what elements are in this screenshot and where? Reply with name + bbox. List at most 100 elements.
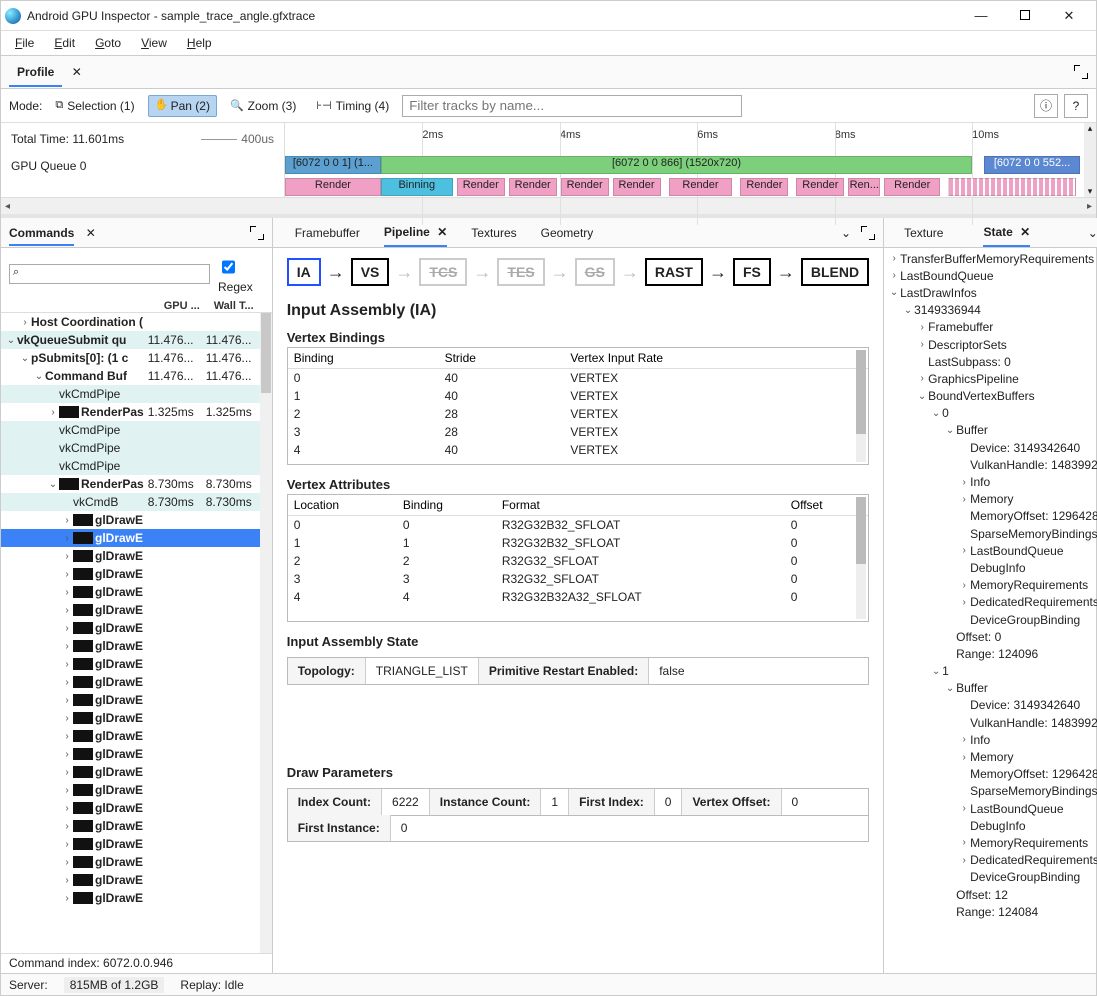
- commands-list[interactable]: ›Host Coordination (⌄vkQueueSubmit qu11.…: [1, 313, 260, 953]
- tree-node[interactable]: ⌄3149336944: [884, 302, 1097, 319]
- stage-fs[interactable]: FS: [733, 258, 771, 286]
- tree-node[interactable]: ›DedicatedRequirements: [884, 852, 1097, 869]
- tree-node[interactable]: ⌄Buffer: [884, 422, 1097, 439]
- command-row[interactable]: ›glDrawE: [1, 871, 260, 889]
- command-row[interactable]: ›glDrawE: [1, 547, 260, 565]
- commands-maximize-icon[interactable]: [250, 226, 264, 240]
- tab-textures[interactable]: Textures: [471, 220, 516, 246]
- tree-node[interactable]: ⌄BoundVertexBuffers: [884, 388, 1097, 405]
- tree-node[interactable]: Device: 3149342640: [884, 439, 1097, 456]
- tree-node[interactable]: ›LastBoundQueue: [884, 800, 1097, 817]
- command-row[interactable]: ⌄RenderPas8.730ms8.730ms: [1, 475, 260, 493]
- tree-node[interactable]: ›Memory: [884, 491, 1097, 508]
- timeline-ruler[interactable]: 2ms4ms6ms8ms10ms: [285, 123, 1084, 155]
- chevron-down-icon[interactable]: ⌄: [841, 226, 851, 240]
- tree-node[interactable]: ›Info: [884, 731, 1097, 748]
- table-row[interactable]: 440VERTEX: [288, 441, 868, 459]
- filter-tracks-input[interactable]: [402, 95, 742, 117]
- command-row[interactable]: ›RenderPas1.325ms1.325ms: [1, 403, 260, 421]
- command-row[interactable]: vkCmdPipe: [1, 439, 260, 457]
- menu-view[interactable]: View: [133, 34, 175, 52]
- tree-node[interactable]: ›GraphicsPipeline: [884, 370, 1097, 387]
- command-row[interactable]: ⌄Command Buf11.476...11.476...: [1, 367, 260, 385]
- tab-pipeline[interactable]: Pipeline ✕: [384, 219, 447, 247]
- timeline-segment[interactable]: [6072 0 0 1] (1...: [285, 156, 381, 174]
- mode-selection[interactable]: ⧉Selection (1): [48, 95, 141, 117]
- tab-texture[interactable]: Texture: [904, 220, 943, 246]
- tree-node[interactable]: ›DedicatedRequirements: [884, 594, 1097, 611]
- table-row[interactable]: 22R32G32_SFLOAT0: [288, 552, 868, 570]
- tree-node[interactable]: ›DescriptorSets: [884, 336, 1097, 353]
- command-row[interactable]: ›glDrawE: [1, 511, 260, 529]
- command-row[interactable]: ›Host Coordination (: [1, 313, 260, 331]
- tab-framebuffer[interactable]: Framebuffer: [295, 220, 360, 246]
- timeline-segment[interactable]: Render: [285, 178, 381, 196]
- tree-node[interactable]: ›Info: [884, 473, 1097, 490]
- timeline-segment[interactable]: Render: [613, 178, 661, 196]
- command-row[interactable]: ⌄vkQueueSubmit qu11.476...11.476...: [1, 331, 260, 349]
- tree-node[interactable]: SparseMemoryBindings: [884, 783, 1097, 800]
- close-button[interactable]: ✕: [1056, 8, 1082, 24]
- tree-node[interactable]: LastSubpass: 0: [884, 353, 1097, 370]
- stage-blend[interactable]: BLEND: [801, 258, 869, 286]
- tree-node[interactable]: Device: 3149342640: [884, 697, 1097, 714]
- timeline-segment[interactable]: Binning: [381, 178, 453, 196]
- maximize-button[interactable]: [1012, 8, 1038, 24]
- table-row[interactable]: 11R32G32B32_SFLOAT0: [288, 534, 868, 552]
- tab-state[interactable]: State ✕: [983, 219, 1030, 247]
- command-row[interactable]: ›glDrawE: [1, 727, 260, 745]
- tree-node[interactable]: ›Framebuffer: [884, 319, 1097, 336]
- timeline-segment[interactable]: Render: [884, 178, 940, 196]
- tree-node[interactable]: ⌄0: [884, 405, 1097, 422]
- tree-node[interactable]: SparseMemoryBindings: [884, 525, 1097, 542]
- commands-close-icon[interactable]: ✕: [86, 226, 96, 240]
- command-row[interactable]: vkCmdB8.730ms8.730ms: [1, 493, 260, 511]
- table-row[interactable]: 44R32G32B32A32_SFLOAT0: [288, 588, 868, 606]
- table-row[interactable]: 040VERTEX: [288, 369, 868, 388]
- command-row[interactable]: ›glDrawE: [1, 529, 260, 547]
- tree-node[interactable]: ›TransferBufferMemoryRequirements: [884, 250, 1097, 267]
- tab-geometry[interactable]: Geometry: [541, 220, 594, 246]
- tree-node[interactable]: DeviceGroupBinding: [884, 611, 1097, 628]
- tree-node[interactable]: ›LastBoundQueue: [884, 267, 1097, 284]
- tree-node[interactable]: MemoryOffset: 12964288: [884, 508, 1097, 525]
- mode-pan[interactable]: Pan (2): [148, 95, 217, 117]
- menu-goto[interactable]: Goto: [87, 34, 129, 52]
- command-row[interactable]: ›glDrawE: [1, 763, 260, 781]
- table-row[interactable]: 33R32G32_SFLOAT0: [288, 570, 868, 588]
- command-row[interactable]: ›glDrawE: [1, 619, 260, 637]
- vb-scrollbar[interactable]: [856, 350, 866, 462]
- command-row[interactable]: vkCmdPipe: [1, 421, 260, 439]
- va-scrollbar[interactable]: [856, 497, 866, 619]
- menu-file[interactable]: File: [7, 34, 42, 52]
- maximize-panel-icon[interactable]: [1074, 65, 1088, 79]
- command-row[interactable]: ›glDrawE: [1, 817, 260, 835]
- command-row[interactable]: ›glDrawE: [1, 673, 260, 691]
- command-row[interactable]: ›glDrawE: [1, 889, 260, 907]
- regex-checkbox[interactable]: Regex: [218, 254, 264, 294]
- tree-node[interactable]: ›LastBoundQueue: [884, 542, 1097, 559]
- command-row[interactable]: ⌄pSubmits[0]: (1 c11.476...11.476...: [1, 349, 260, 367]
- help-button[interactable]: ?: [1064, 94, 1088, 118]
- command-row[interactable]: ›glDrawE: [1, 691, 260, 709]
- command-row[interactable]: ›glDrawE: [1, 835, 260, 853]
- command-row[interactable]: ›glDrawE: [1, 601, 260, 619]
- commands-scrollbar[interactable]: [260, 313, 272, 953]
- tree-node[interactable]: ›MemoryRequirements: [884, 577, 1097, 594]
- commands-search-input[interactable]: [9, 264, 210, 284]
- menu-edit[interactable]: Edit: [46, 34, 83, 52]
- timeline-segment[interactable]: Render: [669, 178, 733, 196]
- state-tree[interactable]: ›TransferBufferMemoryRequirements›LastBo…: [884, 248, 1097, 973]
- table-row[interactable]: 140VERTEX: [288, 387, 868, 405]
- tree-node[interactable]: DeviceGroupBinding: [884, 869, 1097, 886]
- stage-gs[interactable]: GS: [575, 258, 615, 286]
- command-row[interactable]: ›glDrawE: [1, 583, 260, 601]
- tree-node[interactable]: ›MemoryRequirements: [884, 834, 1097, 851]
- command-row[interactable]: ›glDrawE: [1, 637, 260, 655]
- tree-node[interactable]: VulkanHandle: 1483992096: [884, 456, 1097, 473]
- tab-state-close-icon[interactable]: ✕: [1020, 225, 1030, 239]
- command-row[interactable]: vkCmdPipe: [1, 457, 260, 475]
- timeline-segment[interactable]: [6072 0 0 552...: [984, 156, 1080, 174]
- info-button[interactable]: ⓘ: [1034, 94, 1058, 118]
- minimize-button[interactable]: —: [968, 8, 994, 24]
